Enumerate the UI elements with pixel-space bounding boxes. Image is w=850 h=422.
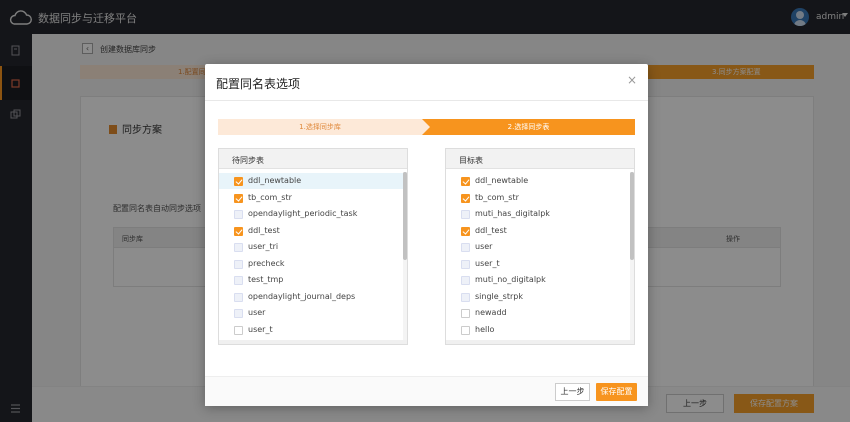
horizontal-scrollbar[interactable] — [219, 340, 407, 344]
table-name-label: user_t — [248, 324, 273, 334]
table-name-label: ddl_test — [475, 225, 507, 235]
checkbox[interactable] — [234, 193, 243, 203]
checkbox[interactable] — [234, 210, 243, 219]
list-item[interactable]: hello — [446, 322, 630, 338]
table-name-label: tb_com_str — [475, 192, 519, 202]
checkbox[interactable] — [234, 177, 243, 186]
checkbox[interactable] — [234, 325, 243, 335]
list-item[interactable]: user_t — [446, 256, 630, 272]
step-select-database[interactable]: 1.选择同步库 — [218, 119, 430, 135]
list-item[interactable]: user — [219, 305, 403, 321]
table-name-label: user — [475, 242, 493, 251]
close-icon[interactable]: × — [627, 74, 637, 86]
list-item[interactable]: test_tmp — [219, 272, 403, 288]
scrollbar[interactable] — [630, 172, 634, 260]
table-name-label: hello — [475, 324, 495, 334]
list-item[interactable]: user_t — [219, 322, 403, 338]
list-item[interactable]: opendaylight_periodic_task — [219, 206, 403, 222]
checkbox[interactable] — [234, 243, 243, 252]
table-name-label: user — [248, 308, 266, 317]
checkbox[interactable] — [234, 226, 243, 236]
panel-header: 待同步表 — [219, 149, 407, 169]
table-name-label: muti_no_digitalpk — [475, 275, 546, 284]
list-item[interactable]: muti_no_digitalpk — [446, 272, 630, 288]
list-item[interactable]: newadd — [446, 305, 630, 321]
checkbox[interactable] — [461, 177, 470, 186]
checkbox[interactable] — [461, 259, 470, 269]
list-item[interactable]: tb_com_str — [446, 190, 630, 206]
list-item[interactable]: muti_has_digitalpk — [446, 206, 630, 222]
checkbox[interactable] — [461, 309, 470, 318]
checkbox[interactable] — [461, 292, 470, 302]
list-item[interactable]: user_tri — [219, 239, 403, 255]
pending-tables-panel: 待同步表 ddl_newtable tb_com_str opendaylight_… — [218, 148, 408, 345]
list-item[interactable]: ddl_newtable — [446, 173, 630, 189]
table-name-label: precheck — [248, 258, 285, 268]
checkbox[interactable] — [234, 276, 243, 285]
divider — [205, 100, 648, 101]
panel-header: 目标表 — [446, 149, 634, 169]
table-name-label: muti_has_digitalpk — [475, 209, 550, 218]
list-item[interactable]: tb_com_str — [219, 190, 403, 206]
table-name-label: opendaylight_periodic_task — [248, 209, 358, 218]
list-item[interactable]: opendaylight_journal_deps — [219, 289, 403, 305]
checkbox[interactable] — [234, 292, 243, 302]
checkbox[interactable] — [234, 259, 243, 269]
table-name-label: opendaylight_journal_deps — [248, 291, 356, 301]
table-name-label: ddl_newtable — [248, 176, 302, 185]
prev-step-button[interactable]: 上一步 — [555, 383, 590, 401]
checkbox[interactable] — [461, 210, 470, 219]
checkbox[interactable] — [461, 325, 470, 335]
table-name-label: single_strpk — [475, 291, 523, 301]
checkbox[interactable] — [461, 276, 470, 285]
table-name-label: newadd — [475, 308, 507, 317]
list-item[interactable]: ddl_test — [219, 223, 403, 239]
table-name-label: user_t — [475, 258, 500, 268]
scrollbar[interactable] — [403, 172, 407, 260]
table-name-label: ddl_test — [248, 225, 280, 235]
table-name-label: tb_com_str — [248, 192, 292, 202]
save-config-button[interactable]: 保存配置 — [596, 383, 637, 401]
same-name-table-modal: 配置同名表选项 × 1.选择同步库 2.选择同步表 待同步表 ddl_newta… — [205, 64, 648, 406]
checkbox[interactable] — [461, 193, 470, 203]
checkbox[interactable] — [461, 226, 470, 236]
checkbox[interactable] — [461, 243, 470, 252]
target-tables-panel: 目标表 ddl_newtable tb_com_str muti_has_digit… — [445, 148, 635, 345]
step-select-table[interactable]: 2.选择同步表 — [422, 119, 635, 135]
horizontal-scrollbar[interactable] — [446, 340, 634, 344]
modal-title: 配置同名表选项 — [216, 77, 301, 91]
list-item[interactable]: precheck — [219, 256, 403, 272]
table-name-label: ddl_newtable — [475, 176, 529, 185]
list-item[interactable]: ddl_newtable — [219, 173, 403, 189]
list-item[interactable]: ddl_test — [446, 223, 630, 239]
checkbox[interactable] — [234, 309, 243, 318]
table-name-label: user_tri — [248, 242, 279, 251]
list-item[interactable]: single_strpk — [446, 289, 630, 305]
list-item[interactable]: user — [446, 239, 630, 255]
table-name-label: test_tmp — [248, 275, 284, 284]
